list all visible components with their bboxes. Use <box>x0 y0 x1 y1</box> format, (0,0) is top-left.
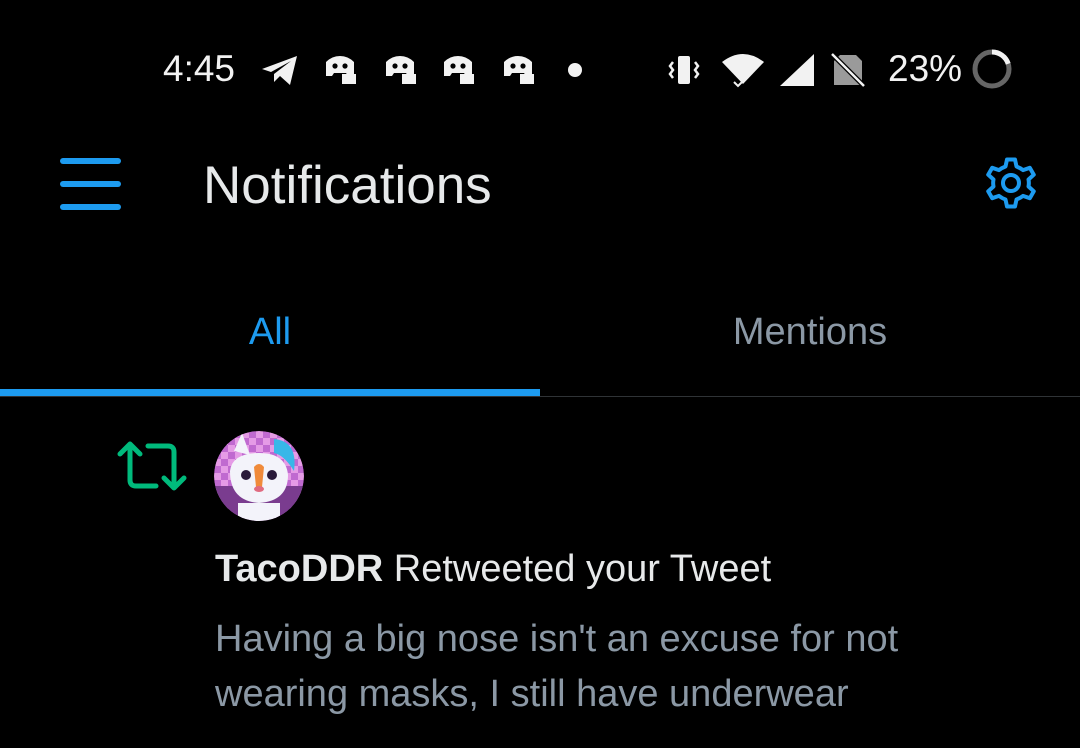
signal-icon <box>780 54 814 86</box>
menu-icon[interactable] <box>60 158 121 210</box>
tab-mentions[interactable]: Mentions <box>540 290 1080 396</box>
no-sim-icon <box>830 52 866 88</box>
tab-all-label: All <box>248 311 292 353</box>
battery-icon <box>972 49 1012 89</box>
tab-bar: All Mentions <box>0 290 1080 398</box>
tab-divider <box>0 396 1080 397</box>
retweet-icon <box>117 441 187 491</box>
more-notifications-dot <box>568 63 582 77</box>
status-time: 4:45 <box>163 48 236 89</box>
discord-icon <box>444 56 474 84</box>
vibrate-icon <box>668 56 700 84</box>
discord-icon <box>326 56 356 84</box>
discord-icon <box>386 56 416 84</box>
tab-mentions-label: Mentions <box>732 311 888 353</box>
discord-icon <box>504 56 534 84</box>
avatar[interactable] <box>214 431 304 521</box>
telegram-icon <box>262 56 297 85</box>
page-title: Notifications <box>203 156 492 215</box>
notification-text: TacoDDR Retweeted your Tweet <box>215 545 771 593</box>
tweet-preview-text[interactable]: Having a big nose isn't an excuse for no… <box>215 612 1035 722</box>
notification-action: Retweeted your Tweet <box>383 548 772 590</box>
wifi-icon <box>722 54 764 88</box>
battery-percent: 23% <box>888 48 963 89</box>
tab-all[interactable]: All <box>0 290 540 396</box>
gear-icon[interactable] <box>980 152 1042 214</box>
notification-username[interactable]: TacoDDR <box>215 548 383 590</box>
